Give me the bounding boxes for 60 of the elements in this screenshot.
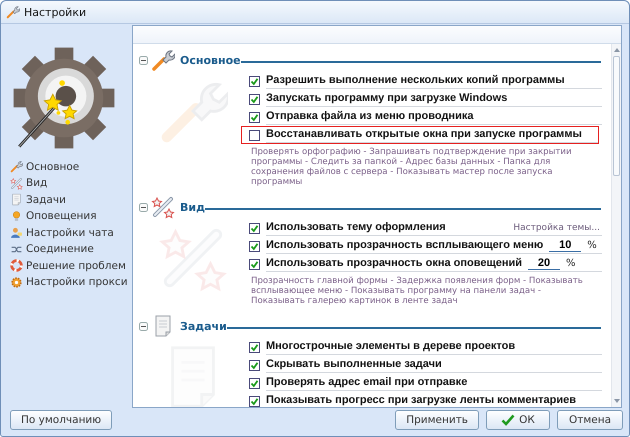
collapse-icon[interactable] [139, 322, 148, 330]
checkbox[interactable] [249, 258, 260, 270]
section-title: Задачи [180, 320, 227, 332]
unit-label: % [587, 240, 597, 251]
option-label[interactable]: Проверять адрес email при отправке [266, 376, 468, 389]
sidebar-item[interactable]: Настройки прокси [10, 276, 132, 289]
sidebar-item[interactable]: Соединение [10, 242, 132, 256]
checkbox[interactable] [249, 240, 260, 252]
window-title: Настройки [24, 6, 86, 18]
sidebar-item[interactable]: Решение проблем [10, 259, 132, 272]
option-label[interactable]: Многострочные элементы в дереве проектов [266, 340, 516, 353]
wand-stars-icon [151, 195, 175, 219]
checkmark-icon [501, 414, 516, 426]
collapse-icon[interactable] [139, 56, 148, 64]
person-icon [10, 226, 23, 240]
checkbox[interactable] [249, 222, 260, 234]
sidebar-item[interactable]: Вид [10, 176, 132, 190]
scrollbar[interactable] [611, 44, 621, 407]
ok-button[interactable]: ОК [486, 410, 550, 430]
lightbulb-icon [10, 210, 23, 223]
option-label[interactable]: Разрешить выполнение нескольких копий программы [266, 74, 565, 87]
wrench-icon [6, 5, 20, 19]
option-label[interactable]: Использовать прозрачность всплывающего меню [266, 239, 544, 252]
sidebar-item[interactable]: Настройки чата [10, 226, 132, 240]
page-icon [10, 193, 23, 206]
sidebar-item[interactable]: Оповещения [10, 210, 132, 223]
option-label[interactable]: Показывать прогресс при загрузке ленты комментариев [266, 394, 576, 407]
option-label[interactable]: Использовать прозрачность окна оповещений [266, 257, 522, 270]
checkbox[interactable] [249, 94, 260, 104]
section-description: Проверять орфографию - Запрашивать подтверждение при закрытии программы - Следить за папкой - Адрес базы данных - Папка для сохранения файлов с сервера - Показывать мастер после запуска программы [250, 146, 573, 187]
wrench-icon [10, 160, 23, 174]
collapse-icon[interactable] [139, 202, 148, 212]
section-title: Основное [180, 54, 241, 66]
checkbox[interactable] [249, 342, 260, 352]
option-label[interactable]: Запускать программу при загрузке Windows [266, 92, 508, 105]
checkbox[interactable] [249, 130, 260, 140]
option-label[interactable]: Использовать тему оформления [266, 221, 446, 234]
section-title: Вид [180, 200, 205, 214]
theme-settings-link[interactable]: Настройка темы... [513, 223, 600, 233]
checkbox[interactable] [249, 76, 260, 86]
value-field[interactable]: 10 [549, 239, 582, 252]
option-label[interactable]: Восстанавливать открытые окна при запуске программы [266, 128, 582, 141]
checkbox[interactable] [249, 378, 260, 388]
lifebuoy-icon [10, 259, 23, 272]
gear-icon [10, 276, 23, 289]
unit-label: % [566, 258, 576, 269]
option-label[interactable]: Скрывать выполненные задачи [266, 358, 442, 371]
checkbox[interactable] [249, 112, 260, 122]
checkbox[interactable] [249, 396, 260, 406]
section-description: Прозрачность главной формы - Задержка появления форм - Показывать всплывающее меню - Показывать программу на панели задач - Показывать галерею картинок в ленте задач [250, 275, 584, 306]
sidebar-item[interactable]: Основное [10, 160, 132, 174]
sidebar-item[interactable]: Задачи [10, 193, 132, 206]
apply-button[interactable]: Применить [395, 410, 479, 430]
wand-stars-icon [10, 176, 23, 190]
value-field[interactable]: 20 [528, 257, 560, 270]
defaults-button[interactable]: По умолчанию [10, 410, 112, 430]
wrench-icon [151, 48, 175, 72]
checkbox[interactable] [249, 360, 260, 370]
cancel-button[interactable]: Отмена [557, 410, 623, 430]
option-label[interactable]: Отправка файла из меню проводника [266, 110, 474, 123]
